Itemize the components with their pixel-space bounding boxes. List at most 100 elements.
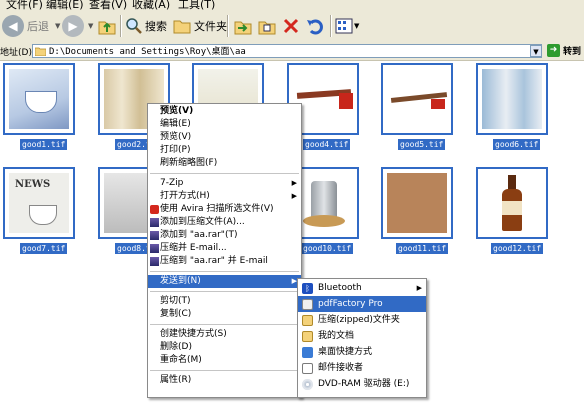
menu-item-label: 我的文档 xyxy=(318,331,355,341)
file-name[interactable]: good1.tif xyxy=(20,139,68,150)
send-to-desktop[interactable]: 桌面快捷方式 xyxy=(298,344,426,360)
menu-edit[interactable]: 编辑(E) xyxy=(46,0,84,10)
back-dropdown-icon[interactable]: ▼ xyxy=(55,22,60,30)
delete-x-icon xyxy=(283,18,299,34)
up-folder-icon xyxy=(98,21,116,35)
menu-item-label: 打开方式(H) xyxy=(160,191,210,201)
winrar-icon xyxy=(150,218,159,227)
submenu-arrow-icon: ▶ xyxy=(416,284,422,292)
send-to-mail-recipient[interactable]: 邮件接收者 xyxy=(298,360,426,376)
menu-item-avira-scan[interactable]: 使用 Avira 扫描所选文件(V) xyxy=(148,203,301,216)
menu-item-label: 添加到 "aa.rar"(T) xyxy=(160,230,238,240)
menu-item-rename[interactable]: 重命名(M) xyxy=(148,354,301,367)
file-name[interactable]: good11.tif xyxy=(396,243,449,254)
views-button[interactable]: ▼ xyxy=(335,14,359,38)
dvd-drive-icon xyxy=(302,379,313,390)
forward-button[interactable]: ▶ ▼ xyxy=(62,14,93,38)
menu-item-label: 使用 Avira 扫描所选文件(V) xyxy=(160,204,274,214)
menu-item-print[interactable]: 打印(P) xyxy=(148,144,301,157)
menu-item-label: 添加到压缩文件(A)... xyxy=(160,217,245,227)
folder-icon xyxy=(173,20,191,34)
menu-item-properties[interactable]: 属性(R) xyxy=(148,374,301,387)
menu-item-open-with[interactable]: 打开方式(H) ▶ xyxy=(148,190,301,203)
menu-separator xyxy=(150,173,299,174)
menu-item-preview[interactable]: 预览(V) xyxy=(148,131,301,144)
menu-item-label: 压缩到 "aa.rar" 并 E-mail xyxy=(160,256,268,266)
menu-item-compress-rar-email[interactable]: 压缩到 "aa.rar" 并 E-mail xyxy=(148,255,301,268)
address-label: 地址(D) xyxy=(0,48,32,58)
winrar-icon xyxy=(150,257,159,266)
menu-item-label: 发送到(N) xyxy=(160,276,201,286)
address-dropdown-icon[interactable]: ▼ xyxy=(530,45,542,57)
wooden-desk-image xyxy=(387,69,448,129)
menu-item-cut[interactable]: 剪切(T) xyxy=(148,295,301,308)
search-button[interactable]: 搜索 xyxy=(125,14,167,38)
beer-bottle-image xyxy=(482,173,542,233)
send-to-bluetooth[interactable]: ᛒ Bluetooth ▶ xyxy=(298,280,426,296)
menu-separator xyxy=(150,370,299,371)
my-documents-icon xyxy=(302,331,313,342)
menu-item-compress-email[interactable]: 压缩并 E-mail... xyxy=(148,242,301,255)
utensil-holder-image xyxy=(293,173,353,233)
file-name[interactable]: good7.tif xyxy=(20,243,68,254)
send-to-my-documents[interactable]: 我的文档 xyxy=(298,328,426,344)
go-button[interactable]: ➜ 转到 xyxy=(547,44,581,57)
menu-item-delete[interactable]: 删除(D) xyxy=(148,341,301,354)
thumbnail[interactable] xyxy=(3,63,75,135)
menu-item-label: 7-Zip xyxy=(160,178,184,188)
thumbnail[interactable] xyxy=(381,63,453,135)
menu-item-7zip[interactable]: 7-Zip ▶ xyxy=(148,177,301,190)
menu-file[interactable]: 文件(F) xyxy=(6,0,43,10)
file-name[interactable]: good10.tif xyxy=(301,243,354,254)
bluetooth-icon: ᛒ xyxy=(302,283,313,294)
forward-dropdown-icon[interactable]: ▼ xyxy=(88,22,93,30)
menu-item-add-archive[interactable]: 添加到压缩文件(A)... xyxy=(148,216,301,229)
menu-bar: 文件(F) 编辑(E) 查看(V) 收藏(A) 工具(T) xyxy=(0,0,584,10)
move-to-folder-icon xyxy=(234,21,252,35)
menu-item-label: 邮件接收者 xyxy=(318,363,364,373)
file-name[interactable]: good12.tif xyxy=(491,243,544,254)
toolbar-separator xyxy=(330,15,332,37)
menu-item-label: pdfFactory Pro xyxy=(318,299,383,309)
menu-item-add-aa-rar[interactable]: 添加到 "aa.rar"(T) xyxy=(148,229,301,242)
views-grid-icon xyxy=(335,18,353,34)
up-folder-button[interactable] xyxy=(97,14,117,38)
menu-item-copy[interactable]: 复制(C) xyxy=(148,308,301,321)
thumbnail[interactable]: NEWS xyxy=(3,167,75,239)
menu-item-refresh-thumbnail[interactable]: 刷新缩略图(F) xyxy=(148,157,301,170)
menu-item-create-shortcut[interactable]: 创建快捷方式(S) xyxy=(148,328,301,341)
thumbnail[interactable] xyxy=(476,167,548,239)
blue-curtain-image xyxy=(482,69,542,129)
menu-item-preview-default[interactable]: 预览(V) xyxy=(148,105,301,118)
send-to-dvd-ram[interactable]: DVD-RAM 驱动器 (E:) xyxy=(298,376,426,392)
menu-view[interactable]: 查看(V) xyxy=(89,0,127,10)
desktop-icon xyxy=(302,347,313,358)
copy-to-button[interactable] xyxy=(257,14,277,38)
folders-button[interactable]: 文件夹 xyxy=(173,14,227,38)
winrar-icon xyxy=(150,231,159,240)
submenu-arrow-icon: ▶ xyxy=(291,179,297,187)
menu-item-edit[interactable]: 编辑(E) xyxy=(148,118,301,131)
forward-arrow-icon: ▶ xyxy=(62,15,84,37)
undo-button[interactable] xyxy=(306,14,324,38)
menu-favorites[interactable]: 收藏(A) xyxy=(132,0,170,10)
back-button[interactable]: ◀ 后退 ▼ xyxy=(2,14,60,38)
delete-button[interactable] xyxy=(282,14,300,38)
address-folder-icon xyxy=(35,47,46,56)
context-menu: 预览(V) 编辑(E) 预览(V) 打印(P) 刷新缩略图(F) 7-Zip ▶… xyxy=(147,103,302,398)
address-input[interactable]: D:\Documents and Settings\Roy\桌面\aa xyxy=(32,44,542,58)
menu-separator xyxy=(150,271,299,272)
menu-item-label: 压缩并 E-mail... xyxy=(160,243,227,253)
menu-tools[interactable]: 工具(T) xyxy=(178,0,215,10)
thumbnail[interactable] xyxy=(381,167,453,239)
file-name[interactable]: good6.tif xyxy=(493,139,541,150)
move-to-button[interactable] xyxy=(233,14,253,38)
thumbnail[interactable] xyxy=(476,63,548,135)
menu-item-send-to[interactable]: 发送到(N) ▶ xyxy=(148,275,301,288)
send-to-pdffactory[interactable]: pdfFactory Pro xyxy=(298,296,426,312)
send-to-zipped-folder[interactable]: 压缩(zipped)文件夹 xyxy=(298,312,426,328)
file-name[interactable]: good5.tif xyxy=(398,139,446,150)
copy-to-folder-icon xyxy=(258,21,276,35)
file-name[interactable]: good4.tif xyxy=(303,139,351,150)
envelope-icon xyxy=(302,363,313,374)
